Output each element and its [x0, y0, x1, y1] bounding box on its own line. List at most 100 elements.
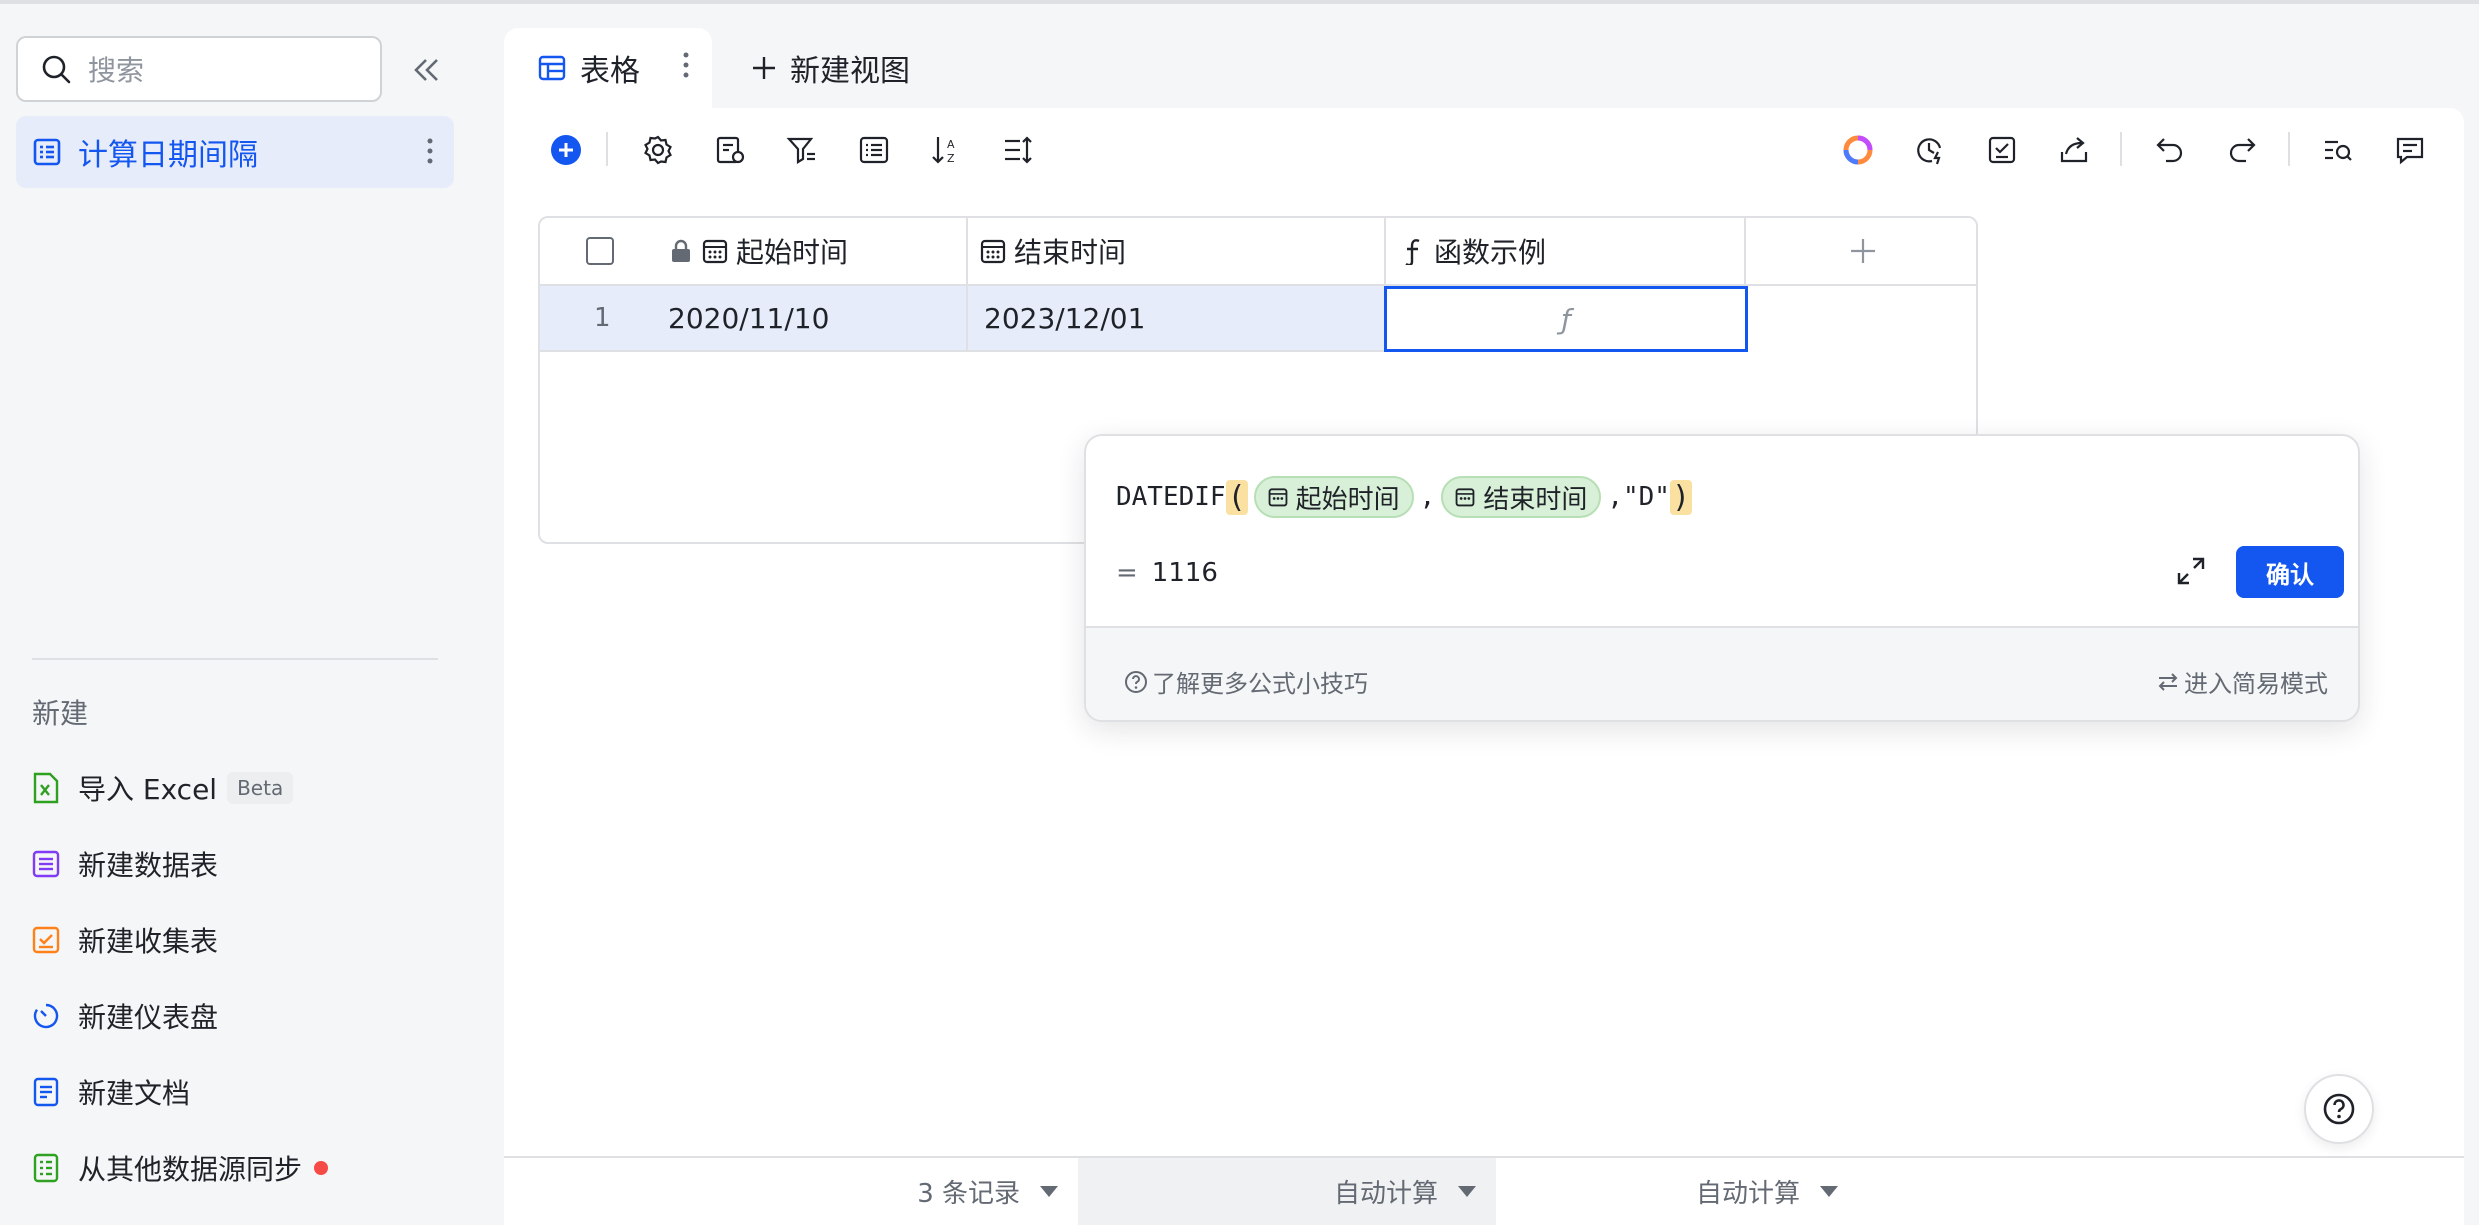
- more-vertical-icon[interactable]: [426, 136, 434, 166]
- undo-icon: [2156, 138, 2183, 163]
- plus-icon: [1851, 239, 1875, 263]
- field-chip-end[interactable]: 结束时间: [1441, 476, 1602, 518]
- help-button[interactable]: [2304, 1074, 2374, 1144]
- add-record-button[interactable]: [542, 126, 590, 174]
- toolbar: AZ: [504, 108, 2464, 192]
- close-paren: ): [1669, 479, 1693, 515]
- cell-end-time[interactable]: 2023/12/01: [984, 302, 1145, 335]
- comment-icon: [2396, 137, 2424, 165]
- add-column-button[interactable]: [1746, 218, 1976, 286]
- settings-button[interactable]: [634, 126, 682, 174]
- add-circle-icon: [551, 135, 581, 165]
- result-value: 1116: [1151, 558, 1218, 588]
- filter-button[interactable]: [778, 126, 826, 174]
- document-icon: [33, 1077, 59, 1107]
- share-icon: [2060, 137, 2088, 163]
- auto-calc-formula[interactable]: 自动计算: [1496, 1158, 1858, 1225]
- table-row[interactable]: 2023/12/01: [968, 286, 1386, 352]
- automation-button[interactable]: [1906, 126, 1954, 174]
- new-datatable-item[interactable]: 新建数据表: [32, 840, 218, 888]
- task-button[interactable]: [1978, 126, 2026, 174]
- cell-start-time[interactable]: 2020/11/10: [668, 302, 829, 335]
- plus-icon: [753, 57, 775, 79]
- new-view-button[interactable]: 新建视图: [750, 46, 910, 90]
- formula-result: = 1116: [1116, 558, 1218, 588]
- cell-formula-active[interactable]: ƒ: [1384, 286, 1748, 352]
- status-bar: 3 条记录 自动计算 自动计算: [504, 1156, 2464, 1225]
- column-header-start[interactable]: 起始时间: [540, 218, 968, 286]
- checklist-icon: [1988, 136, 2016, 164]
- table-row[interactable]: 1 2020/11/10: [540, 286, 968, 352]
- confirm-button[interactable]: 确认: [2236, 546, 2344, 598]
- group-button[interactable]: [850, 126, 898, 174]
- chevron-down-icon: [1040, 1186, 1058, 1197]
- equals-sign: =: [1116, 558, 1138, 588]
- question-icon: [2323, 1093, 2355, 1125]
- select-all-checkbox[interactable]: [586, 237, 614, 265]
- field-chip-start[interactable]: 起始时间: [1253, 476, 1414, 518]
- search-input[interactable]: 搜索: [16, 36, 382, 102]
- search-placeholder: 搜索: [88, 54, 145, 87]
- share-button[interactable]: [2050, 126, 2098, 174]
- gear-icon: [644, 135, 672, 165]
- date-field-icon: [1268, 488, 1288, 507]
- redo-button[interactable]: [2218, 126, 2266, 174]
- sync-icon: [33, 1153, 59, 1183]
- unit-argument: "D": [1622, 482, 1670, 512]
- search-list-icon: [2325, 140, 2352, 161]
- new-dashboard-item[interactable]: 新建仪表盘: [32, 992, 218, 1040]
- auto-calc-end-time[interactable]: 自动计算: [1078, 1158, 1496, 1225]
- formula-icon: [1405, 239, 1420, 265]
- toolbar-separator: [2288, 132, 2290, 166]
- grid-view-icon: [538, 55, 566, 81]
- ai-ring-icon: [1843, 135, 1873, 165]
- comma: ,: [1419, 482, 1436, 512]
- sync-datasource-item[interactable]: 从其他数据源同步: [32, 1144, 329, 1192]
- sidebar-item-table[interactable]: 计算日期间隔: [16, 116, 454, 188]
- find-button[interactable]: [2314, 126, 2362, 174]
- date-field-icon: [980, 239, 1006, 264]
- view-canvas: AZ 起始时间 结束时间 函数示例 1 2020/11/10 2023/12/0…: [504, 108, 2464, 1160]
- chevron-down-icon: [1820, 1186, 1838, 1197]
- formula-tips-link[interactable]: 了解更多公式小技巧: [1124, 664, 1368, 699]
- sidebar: 搜索 计算日期间隔 新建 导入 Excel Beta 新建数据表 新建收集表 新…: [0, 4, 472, 1225]
- date-field-icon: [1455, 488, 1475, 507]
- new-form-item[interactable]: 新建收集表: [32, 916, 218, 964]
- row-height-button[interactable]: [994, 126, 1042, 174]
- tab-label: 表格: [580, 54, 640, 89]
- expand-icon[interactable]: [2174, 554, 2208, 588]
- formula-editor-footer: 了解更多公式小技巧 进入简易模式: [1086, 626, 2358, 720]
- undo-button[interactable]: [2146, 126, 2194, 174]
- formula-input[interactable]: DATEDIF ( 起始时间 , 结束时间 , "D" ): [1116, 476, 1693, 518]
- date-field-icon: [702, 239, 728, 264]
- comment-button[interactable]: [2386, 126, 2434, 174]
- new-document-item[interactable]: 新建文档: [32, 1068, 190, 1116]
- tab-grid-view[interactable]: 表格: [504, 28, 712, 108]
- switch-icon: [2158, 672, 2178, 691]
- dashboard-icon: [33, 1003, 59, 1029]
- column-header-end[interactable]: 结束时间: [968, 218, 1386, 286]
- sort-button[interactable]: AZ: [922, 126, 970, 174]
- sort-az-icon: AZ: [932, 137, 955, 165]
- collapse-sidebar-icon[interactable]: [406, 50, 446, 90]
- record-count[interactable]: 3 条记录: [504, 1158, 1078, 1225]
- svg-text:A: A: [947, 138, 955, 151]
- import-excel-item[interactable]: 导入 Excel Beta: [32, 764, 294, 812]
- clock-bolt-icon: [1917, 138, 1942, 165]
- field-settings-icon: [716, 136, 745, 164]
- notification-dot: [314, 1161, 329, 1175]
- field-config-button[interactable]: [706, 126, 754, 174]
- filter-icon: [786, 137, 815, 164]
- main-area: 表格 新建视图 AZ 起始时间 结束时间 函数示例 1 2020/11/10 2…: [504, 28, 2464, 1225]
- column-header-formula[interactable]: 函数示例: [1386, 218, 1746, 286]
- excel-icon: [33, 772, 59, 804]
- search-icon: [42, 55, 71, 84]
- help-circle-icon: [1125, 670, 1147, 693]
- tab-more-icon[interactable]: [682, 50, 690, 80]
- new-section-title: 新建: [32, 697, 89, 730]
- table-icon: [33, 138, 61, 166]
- group-icon: [859, 136, 889, 164]
- form-icon: [32, 926, 60, 954]
- ai-assistant-button[interactable]: [1834, 126, 1882, 174]
- simple-mode-button[interactable]: 进入简易模式: [2156, 664, 2328, 699]
